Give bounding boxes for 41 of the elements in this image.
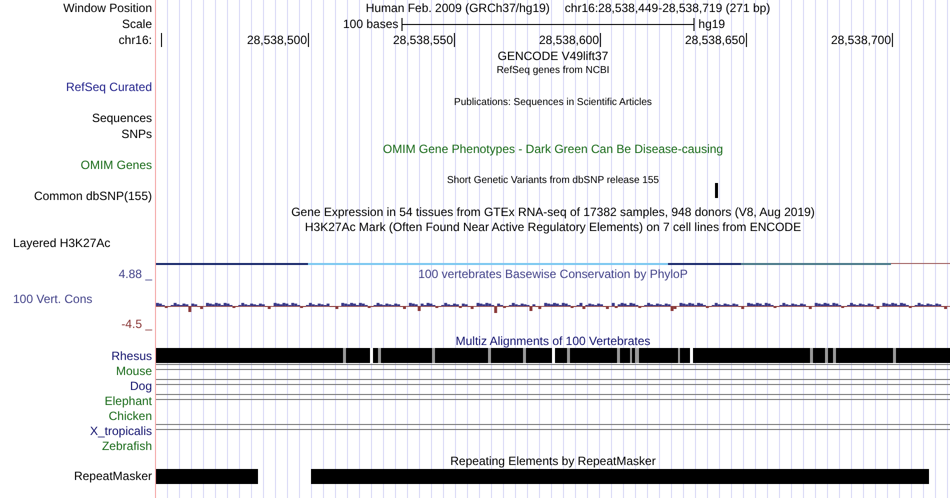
ruler-tick: 28,538,550 — [392, 33, 455, 47]
ruler-tick — [161, 33, 162, 47]
track-title: H3K27Ac Mark (Often Found Near Active Regulatory Elements) on 7 cell lines from ENCODE — [304, 220, 802, 234]
track-label[interactable]: SNPs — [0, 126, 156, 141]
species-label[interactable]: Zebrafish — [0, 438, 156, 453]
track-label[interactable]: Layered H3K27Ac — [0, 236, 156, 250]
snp-mark — [715, 183, 718, 198]
track-label[interactable]: RepeatMasker — [0, 469, 156, 484]
ruler-tick: 28,538,500 — [246, 33, 309, 47]
ruler-tick: 28,538,650 — [684, 33, 747, 47]
row-label: chr16: — [118, 33, 153, 47]
track-title: Publications: Sequences in Scientific Articles — [454, 96, 652, 110]
axis-min-label: -4.5 _ — [120, 316, 154, 331]
track-title: Gene Expression in 54 tissues from GTEx RNA-seq of 17382 samples, 948 donors (V8, Aug 2019) — [291, 204, 815, 219]
species-label[interactable]: Dog — [0, 378, 156, 393]
track-title: Repeating Elements by RepeatMasker — [450, 454, 656, 468]
track-title: Multiz Alignments of 100 Vertebrates — [456, 334, 650, 348]
ruler-tick: 28,538,600 — [538, 33, 601, 47]
track-title: RefSeq genes from NCBI — [496, 64, 610, 78]
track-label[interactable]: Sequences — [0, 111, 156, 126]
axis-max-label: 4.88 _ — [118, 266, 154, 281]
row-label: Scale — [120, 17, 153, 31]
assembly-text: Human Feb. 2009 (GRCh37/hg19) — [366, 1, 550, 15]
track-title: Short Genetic Variants from dbSNP release 155 — [447, 174, 659, 188]
row-label: Window Position — [62, 1, 153, 15]
track-label[interactable]: 100 Vert. Cons — [0, 292, 156, 306]
assembly-text: hg19 — [698, 17, 726, 31]
species-label[interactable]: Mouse — [0, 364, 156, 378]
species-label[interactable]: Elephant — [0, 394, 156, 408]
track-title: GENCODE V49lift37 — [498, 48, 608, 63]
species-label[interactable]: Rhesus — [0, 348, 156, 363]
species-label[interactable]: X_tropicalis — [0, 424, 156, 438]
position-text: chr16:28,538,449-28,538,719 (271 bp) — [564, 1, 770, 15]
species-label[interactable]: Chicken — [0, 408, 156, 423]
track-label[interactable]: OMIM Genes — [0, 158, 156, 172]
ruler-tick: 28,538,700 — [830, 33, 893, 47]
track-label[interactable]: Common dbSNP(155) — [0, 189, 156, 204]
track-title: 100 vertebrates Basewise Conservation by PhyloP — [418, 266, 688, 281]
scale-text: 100 bases — [343, 17, 398, 31]
track-title: OMIM Gene Phenotypes - Dark Green Can Be Disease-causing — [382, 142, 724, 156]
track-label[interactable]: RefSeq Curated — [0, 80, 156, 94]
